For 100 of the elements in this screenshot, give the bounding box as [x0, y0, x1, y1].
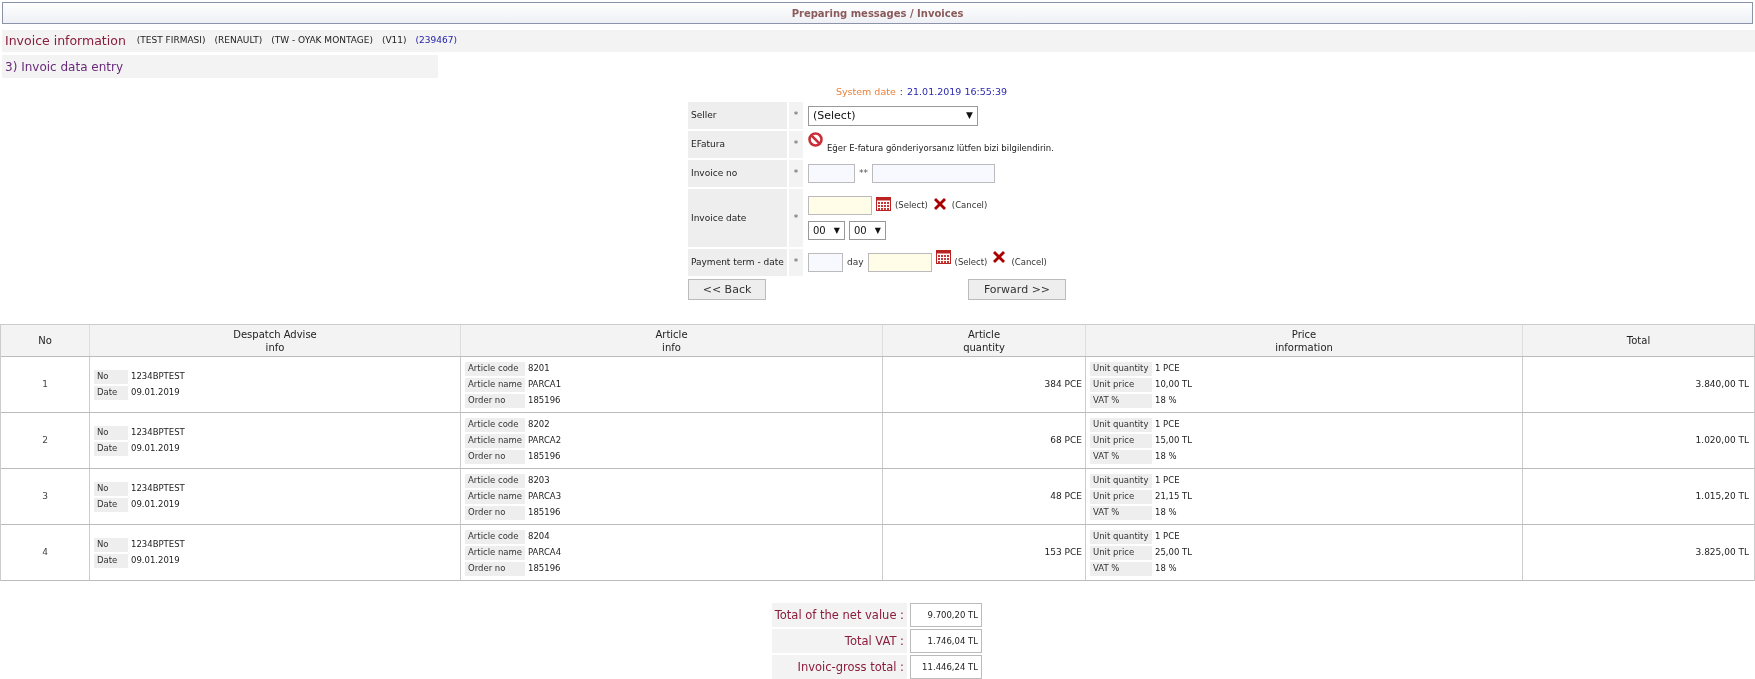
detail-label: Article name: [468, 490, 523, 504]
cancel-link[interactable]: (Cancel): [951, 199, 988, 213]
detail-value: 1 PCE: [1155, 474, 1180, 488]
invoice-no-field[interactable]: [808, 164, 855, 184]
info-tag: (TW - OYAK MONTAGE): [271, 34, 373, 48]
detail-label: Unit quantity: [1093, 418, 1149, 432]
detail-value: PARCA3: [528, 490, 562, 504]
detail-label: No: [97, 482, 109, 496]
total-value: 11.446,24 TL: [922, 660, 978, 674]
detail-value: 09.01.2019: [131, 442, 180, 456]
detail-label: Unit price: [1093, 378, 1135, 392]
detail-label: Date: [97, 442, 118, 456]
detail-label: No: [97, 538, 109, 552]
detail-label: VAT %: [1093, 450, 1120, 464]
detail-value: 1234BPTEST: [131, 538, 185, 552]
info-tag: (TEST FIRMASI): [136, 34, 206, 48]
total-label: Total of the net value :: [774, 606, 904, 624]
total-label: Invoic-gross total :: [797, 658, 904, 676]
separator: **: [859, 167, 868, 180]
required-mark: *: [793, 138, 799, 151]
separator: :: [899, 85, 903, 99]
detail-label: No: [97, 426, 109, 440]
date-field[interactable]: [867, 253, 932, 273]
detail-value: PARCA2: [528, 434, 562, 448]
detail-label: Article name: [468, 378, 523, 392]
forward-button[interactable]: Forward >>: [968, 279, 1066, 301]
detail-value: 1234BPTEST: [131, 482, 185, 496]
header-text: Price: [1291, 327, 1317, 341]
detail-label: Article code: [468, 362, 519, 376]
detail-label: Unit quantity: [1093, 530, 1149, 544]
detail-value: 18 %: [1155, 450, 1177, 464]
detail-value: 185196: [528, 506, 561, 520]
table-cell-text: 384 PCE: [1044, 378, 1082, 391]
calendar-icon[interactable]: [935, 249, 951, 265]
detail-label: VAT %: [1093, 562, 1120, 576]
time-dropdown[interactable]: 00 ▼: [808, 221, 845, 241]
invoice-no-field[interactable]: [872, 164, 995, 184]
detail-value: 8202: [528, 418, 550, 432]
table-cell-text: 48 PCE: [1050, 490, 1082, 503]
detail-label: Order no: [468, 506, 506, 520]
detail-value: 18 %: [1155, 562, 1177, 576]
detail-value: 09.01.2019: [131, 554, 180, 568]
info-link[interactable]: (239467): [415, 34, 457, 48]
detail-label: Unit price: [1093, 546, 1135, 560]
detail-value: 21,15 TL: [1155, 490, 1192, 504]
time-dropdown[interactable]: 00 ▼: [849, 221, 886, 241]
detail-value: 1 PCE: [1155, 362, 1180, 376]
table-cell-text: 1.015,20 TL: [1695, 490, 1749, 503]
detail-label: Date: [97, 498, 118, 512]
total-value: 1.746,04 TL: [927, 634, 978, 648]
header-text: Despatch Advise: [233, 327, 317, 341]
back-button[interactable]: << Back: [688, 279, 766, 301]
detail-value: 10,00 TL: [1155, 378, 1192, 392]
detail-label: Date: [97, 554, 118, 568]
detail-value: 8203: [528, 474, 550, 488]
caret-icon: ▼: [966, 109, 973, 123]
detail-value: 1234BPTEST: [131, 370, 185, 384]
cancel-link[interactable]: (Cancel): [1011, 256, 1047, 270]
table-cell-text: 153 PCE: [1044, 546, 1082, 559]
detail-label: VAT %: [1093, 506, 1120, 520]
select-link[interactable]: (Select): [895, 199, 928, 213]
required-mark: *: [793, 256, 799, 269]
unit-label: day: [847, 256, 864, 269]
required-mark: *: [793, 109, 799, 122]
efatura-notice: Eğer E-fatura gönderiyorsanız lütfen bizi bilgilendirin.: [827, 142, 1054, 156]
detail-value: 185196: [528, 394, 561, 408]
detail-label: Order no: [468, 450, 506, 464]
detail-value: 185196: [528, 450, 561, 464]
days-field[interactable]: [808, 253, 843, 273]
prohibited-icon: [808, 132, 823, 148]
calendar-icon[interactable]: [876, 196, 891, 212]
header-text: quantity: [963, 340, 1005, 354]
detail-label: Order no: [468, 562, 506, 576]
caret-icon: ▼: [833, 224, 840, 237]
detail-value: 18 %: [1155, 394, 1177, 408]
section-title: 3) Invoic data entry: [5, 58, 124, 76]
close-icon[interactable]: [991, 249, 1008, 266]
field-label: Invoice no: [691, 167, 738, 180]
seller-dropdown[interactable]: (Select) ▼: [808, 105, 978, 126]
detail-label: Order no: [468, 394, 506, 408]
page-title: Preparing messages / Invoices: [791, 6, 964, 21]
info-tag: (V11): [381, 34, 407, 48]
detail-label: Unit price: [1093, 434, 1135, 448]
detail-label: Date: [97, 386, 118, 400]
detail-label: Article name: [468, 434, 523, 448]
detail-value: 1 PCE: [1155, 530, 1180, 544]
date-field[interactable]: [808, 196, 872, 216]
detail-label: Unit quantity: [1093, 362, 1149, 376]
header-text: No: [38, 334, 52, 348]
header-text: Total: [1626, 334, 1651, 348]
info-label: Invoice information: [5, 31, 126, 50]
info-tag: (RENAULT): [214, 34, 263, 48]
header-text: Article: [655, 327, 688, 341]
detail-label: No: [97, 370, 109, 384]
required-mark: *: [793, 211, 799, 225]
field-label: Seller: [691, 109, 717, 122]
detail-value: 25,00 TL: [1155, 546, 1192, 560]
detail-value: PARCA1: [528, 378, 562, 392]
select-link[interactable]: (Select): [954, 256, 988, 270]
caret-icon: ▼: [874, 224, 881, 237]
